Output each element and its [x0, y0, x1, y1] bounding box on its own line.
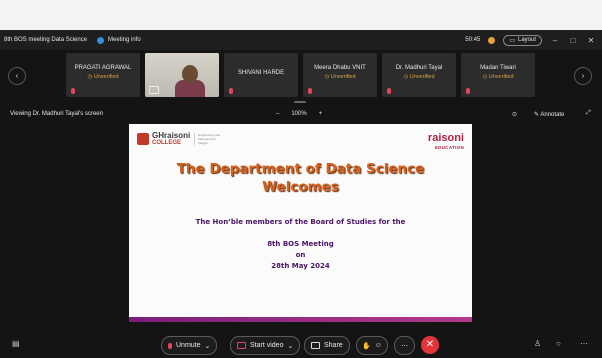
participant-name: PRAGATI AGRAWAL [74, 65, 132, 71]
slide-line-2: 8th BOS Meeting [267, 240, 334, 248]
start-video-label: Start video [250, 342, 284, 349]
layout-icon: ▭ [509, 37, 515, 44]
brand-subtitle: EDUCATION [434, 145, 464, 150]
more-icon: ⋯ [401, 342, 408, 350]
mic-muted-icon [229, 88, 233, 94]
layout-label: Layout [517, 37, 536, 43]
raise-hand-icon[interactable]: ✋ [362, 342, 371, 350]
video-person-head [182, 65, 198, 83]
expand-icon[interactable]: ⤢ [586, 110, 591, 117]
logo-mark-icon [137, 133, 149, 145]
mic-muted-icon [71, 88, 75, 94]
more-options-button[interactable]: ⋯ [394, 336, 415, 355]
participant-name: Dr. Madhuri Tayal [395, 65, 443, 71]
layout-button[interactable]: ▭ Layout [503, 34, 542, 46]
chevron-right-icon[interactable]: › [574, 67, 592, 85]
participant-name: Meera Dhabu VNIT [314, 65, 366, 71]
slide-heading-2: Welcomes [262, 179, 339, 195]
share-screen-icon [311, 342, 320, 349]
mic-muted-icon [168, 342, 172, 349]
participants-icon[interactable]: ♙ [534, 339, 541, 348]
slide-bottom-bar [129, 317, 472, 322]
meeting-info-label: Meeting info [108, 37, 141, 43]
participant-tile[interactable]: Dr. Madhuri Tayal ◷ Unverified [382, 53, 456, 97]
chat-icon[interactable]: ▤ [12, 339, 20, 348]
zoom-in-button[interactable]: + [319, 111, 323, 117]
maximize-button[interactable]: □ [568, 36, 578, 45]
logo-subtitle: Engineering and Management Nagpur [194, 133, 226, 145]
shield-icon [97, 36, 105, 44]
meeting-info-button[interactable]: Meeting info [97, 36, 141, 44]
more-panels-icon[interactable]: ⋯ [580, 339, 588, 348]
monitor-icon [149, 86, 159, 94]
meeting-controls: ▤ Unmute ⌄ Start video ⌄ Share ✋ ☺ ⋯ ♙ ○… [0, 330, 602, 358]
slide-line-4: 28th May 2024 [271, 262, 330, 270]
logo-text: GHraisoni [152, 131, 191, 140]
participant-name: SHIVANI HARDE [237, 70, 285, 76]
pointer-icon[interactable]: ⊙ [512, 111, 517, 118]
zoom-level: 100% [291, 111, 307, 117]
brand-name: raisoni [427, 132, 464, 144]
share-toolbar: Viewing Dr. Madhuri Tayal's screen – 100… [0, 107, 602, 123]
slide-heading-1: The Department of Data Science [176, 161, 425, 177]
strip-resize-handle[interactable] [294, 101, 306, 103]
title-bar: 8th BOS meeting Data Science Meeting inf… [0, 30, 602, 50]
mic-muted-icon [466, 88, 470, 94]
participant-name: Madan Tiwari [480, 65, 516, 71]
college-logo: GHraisoni COLLEGE Engineering and Manage… [137, 132, 226, 146]
participant-tile[interactable]: Meera Dhabu VNIT ◷ Unverified [303, 53, 377, 97]
unverified-badge: ◷ Unverified [403, 74, 435, 80]
chevron-down-icon[interactable]: ⌄ [205, 342, 211, 350]
zoom-controls: – 100% + [276, 111, 322, 117]
start-video-button[interactable]: Start video ⌄ [230, 336, 301, 355]
chat-bubble-icon[interactable]: ○ [556, 339, 561, 348]
participant-tile[interactable]: Madan Tiwari ◷ Unverified [461, 53, 535, 97]
share-label: Share [324, 342, 343, 349]
camera-off-icon [237, 342, 246, 349]
annotate-button[interactable]: ✎ Annotate [534, 111, 564, 118]
mic-muted-icon [387, 88, 391, 94]
unverified-badge: ◷ Unverified [87, 74, 119, 80]
minimize-button[interactable]: – [550, 36, 560, 45]
participant-tile[interactable]: SHIVANI HARDE [224, 53, 298, 97]
top-blank-area [0, 0, 602, 30]
close-button[interactable]: ✕ [586, 36, 596, 45]
meeting-title: 8th BOS meeting Data Science [4, 37, 88, 43]
chevron-down-icon[interactable]: ⌄ [287, 342, 293, 350]
chevron-left-icon[interactable]: ‹ [8, 67, 26, 85]
status-icon[interactable] [488, 36, 496, 44]
meeting-timer: 50:45 [465, 37, 481, 43]
shared-screen: GHraisoni COLLEGE Engineering and Manage… [129, 124, 472, 322]
unverified-badge: ◷ Unverified [324, 74, 356, 80]
reactions-group: ✋ ☺ [356, 336, 388, 355]
participant-tile[interactable]: PRAGATI AGRAWAL ◷ Unverified [66, 53, 140, 97]
viewing-label: Viewing Dr. Madhuri Tayal's screen [10, 111, 103, 117]
unverified-badge: ◷ Unverified [482, 74, 514, 80]
share-button[interactable]: Share [304, 336, 350, 355]
reactions-icon[interactable]: ☺ [375, 342, 382, 349]
unmute-button[interactable]: Unmute ⌄ [161, 336, 218, 355]
slide-line-3: on [295, 251, 306, 259]
end-call-button[interactable]: ✕ [421, 336, 439, 354]
zoom-out-button[interactable]: – [276, 111, 279, 117]
mic-muted-icon [308, 88, 312, 94]
self-video-tile[interactable] [145, 53, 219, 97]
unmute-label: Unmute [176, 342, 201, 349]
slide-line-1: The Hon’ble members of the Board of Stud… [195, 218, 406, 226]
participant-strip: ‹ PRAGATI AGRAWAL ◷ Unverified SHIVANI H… [0, 50, 602, 102]
logo-college: COLLEGE [152, 140, 182, 146]
brand-logo: raisoni EDUCATION [428, 133, 464, 153]
